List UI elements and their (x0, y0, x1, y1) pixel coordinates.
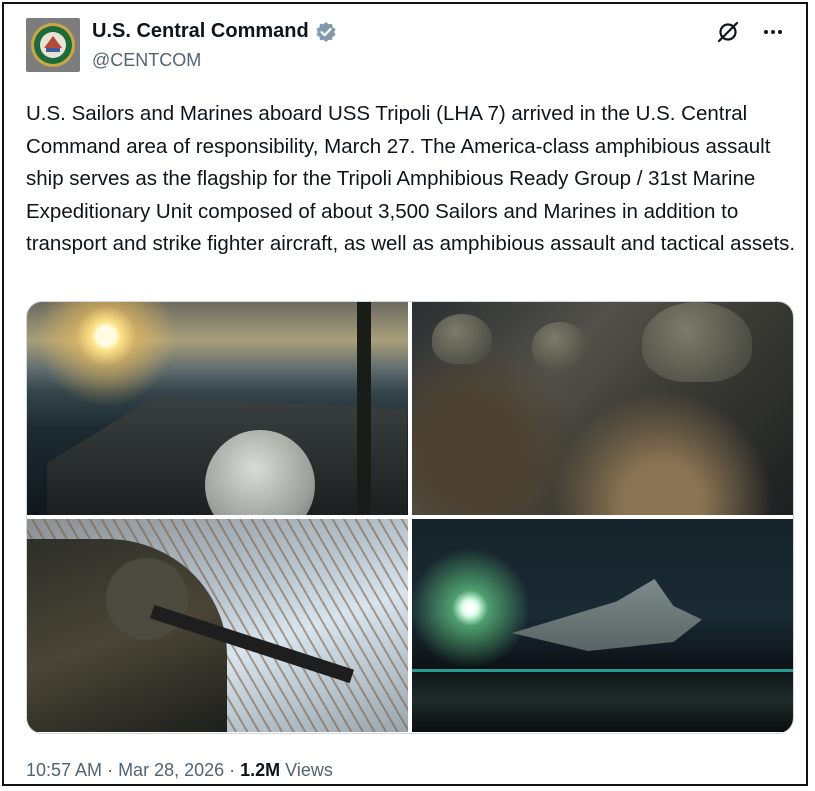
photo-f35-night[interactable] (412, 519, 793, 732)
post-time[interactable]: 10:57 AM (26, 760, 102, 780)
post-date[interactable]: Mar 28, 2026 (118, 760, 224, 780)
post-text: U.S. Sailors and Marines aboard USS Trip… (26, 102, 796, 255)
more-icon[interactable] (762, 21, 784, 43)
post-meta: 10:57 AM · Mar 28, 2026 · 1.2M Views (26, 760, 333, 781)
separator: · (224, 760, 241, 780)
photo-marines-group[interactable] (412, 302, 793, 515)
separator: · (102, 760, 119, 780)
account-name[interactable]: U.S. Central Command (92, 20, 309, 43)
photo-gunner[interactable] (27, 519, 408, 732)
photo-ship-sunset[interactable] (27, 302, 408, 515)
views-label: Views (280, 760, 333, 780)
media-grid (26, 301, 794, 734)
grok-icon[interactable] (716, 20, 740, 44)
post-card: U.S. Central Command @CENTCOM U.S. Sailo… (2, 2, 808, 786)
account-handle[interactable]: @CENTCOM (92, 50, 201, 71)
views-count: 1.2M (240, 760, 281, 780)
verified-badge-icon (316, 21, 336, 42)
centcom-seal-icon (31, 23, 75, 67)
avatar[interactable] (26, 18, 80, 72)
